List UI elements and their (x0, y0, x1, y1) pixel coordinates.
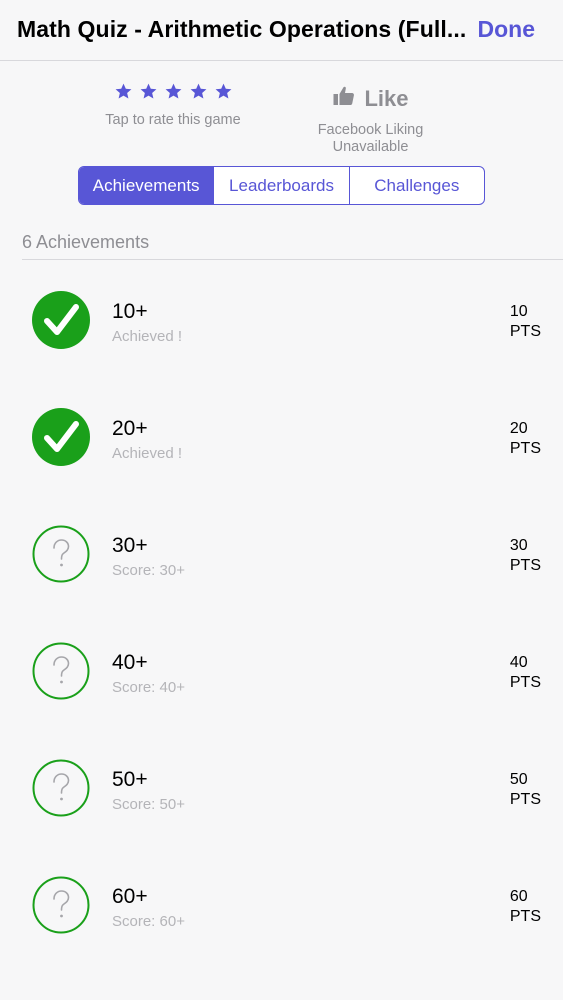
question-mark-icon (32, 759, 90, 817)
achievement-points: 10 PTS (510, 302, 541, 342)
achievement-points: 40 PTS (510, 653, 541, 693)
navigation-bar: Math Quiz - Arithmetic Operations (Full.… (0, 0, 563, 61)
done-button[interactable]: Done (478, 16, 536, 43)
achievement-title: 50+ (112, 768, 148, 791)
question-mark-icon (32, 876, 90, 934)
points-value: 30 (509, 537, 528, 554)
tab-challenges[interactable]: Challenges (350, 167, 484, 204)
points-unit: PTS (509, 791, 541, 808)
like-caption: Facebook Liking Unavailable (293, 122, 448, 156)
checkmark-icon (32, 408, 90, 466)
achievement-row[interactable]: 30+ Score: 30+ 30 PTS (0, 494, 563, 611)
star-icon[interactable] (214, 82, 233, 101)
rating-control[interactable]: Tap to rate this game (88, 82, 258, 128)
achievement-row[interactable]: 20+ Achieved ! 20 PTS (0, 377, 563, 494)
like-caption-line: Facebook Liking (317, 122, 424, 138)
achievement-list: 10+ Achieved ! 10 PTS 20+ Achieved ! 20 … (0, 260, 563, 962)
achievement-requirement: Score: 60+ (112, 913, 185, 930)
like-label: Like (364, 85, 409, 111)
achievement-status: Achieved ! (112, 328, 183, 345)
achievement-title: 30+ (112, 534, 148, 557)
star-icon[interactable] (164, 82, 183, 101)
points-value: 40 (509, 654, 528, 671)
question-mark-icon (32, 525, 90, 583)
page-title: Math Quiz - Arithmetic Operations (Full.… (17, 16, 467, 42)
achievement-title: 20+ (112, 417, 148, 440)
points-value: 20 (509, 420, 528, 437)
tab-leaderboards[interactable]: Leaderboards (214, 167, 350, 204)
star-icon[interactable] (189, 82, 208, 101)
like-caption-line: Unavailable (332, 139, 409, 155)
achievement-title: 10+ (112, 300, 148, 323)
rating-caption: Tap to rate this game (105, 112, 241, 128)
achievement-points: 20 PTS (510, 419, 541, 459)
like-button: Like (293, 84, 448, 113)
points-value: 10 (509, 303, 528, 320)
achievement-row[interactable]: 40+ Score: 40+ 40 PTS (0, 611, 563, 728)
section-header: 6 Achievements (22, 232, 150, 252)
achievement-points: 60 PTS (510, 887, 541, 927)
achievement-requirement: Score: 50+ (112, 796, 185, 813)
achievement-requirement: Score: 40+ (112, 679, 185, 696)
points-value: 50 (509, 771, 528, 788)
segmented-control: Achievements Leaderboards Challenges (78, 166, 485, 205)
checkmark-icon (32, 291, 90, 349)
achievement-title: 60+ (112, 885, 148, 908)
thumbs-up-icon (332, 84, 356, 113)
question-mark-icon (32, 642, 90, 700)
achievement-status: Achieved ! (112, 445, 183, 462)
achievement-points: 50 PTS (510, 770, 541, 810)
points-value: 60 (509, 888, 528, 905)
star-rating[interactable] (88, 82, 258, 101)
star-icon[interactable] (139, 82, 158, 101)
achievement-row[interactable]: 50+ Score: 50+ 50 PTS (0, 728, 563, 845)
achievement-requirement: Score: 30+ (112, 562, 185, 579)
achievement-points: 30 PTS (510, 536, 541, 576)
achievement-row[interactable]: 10+ Achieved ! 10 PTS (0, 260, 563, 377)
achievement-title: 40+ (112, 651, 148, 674)
like-control: Like Facebook Liking Unavailable (293, 84, 448, 156)
star-icon[interactable] (114, 82, 133, 101)
points-unit: PTS (509, 440, 541, 457)
tab-achievements[interactable]: Achievements (79, 167, 215, 204)
points-unit: PTS (509, 557, 541, 574)
points-unit: PTS (509, 323, 541, 340)
points-unit: PTS (509, 674, 541, 691)
achievement-row[interactable]: 60+ Score: 60+ 60 PTS (0, 845, 563, 962)
points-unit: PTS (509, 908, 541, 925)
